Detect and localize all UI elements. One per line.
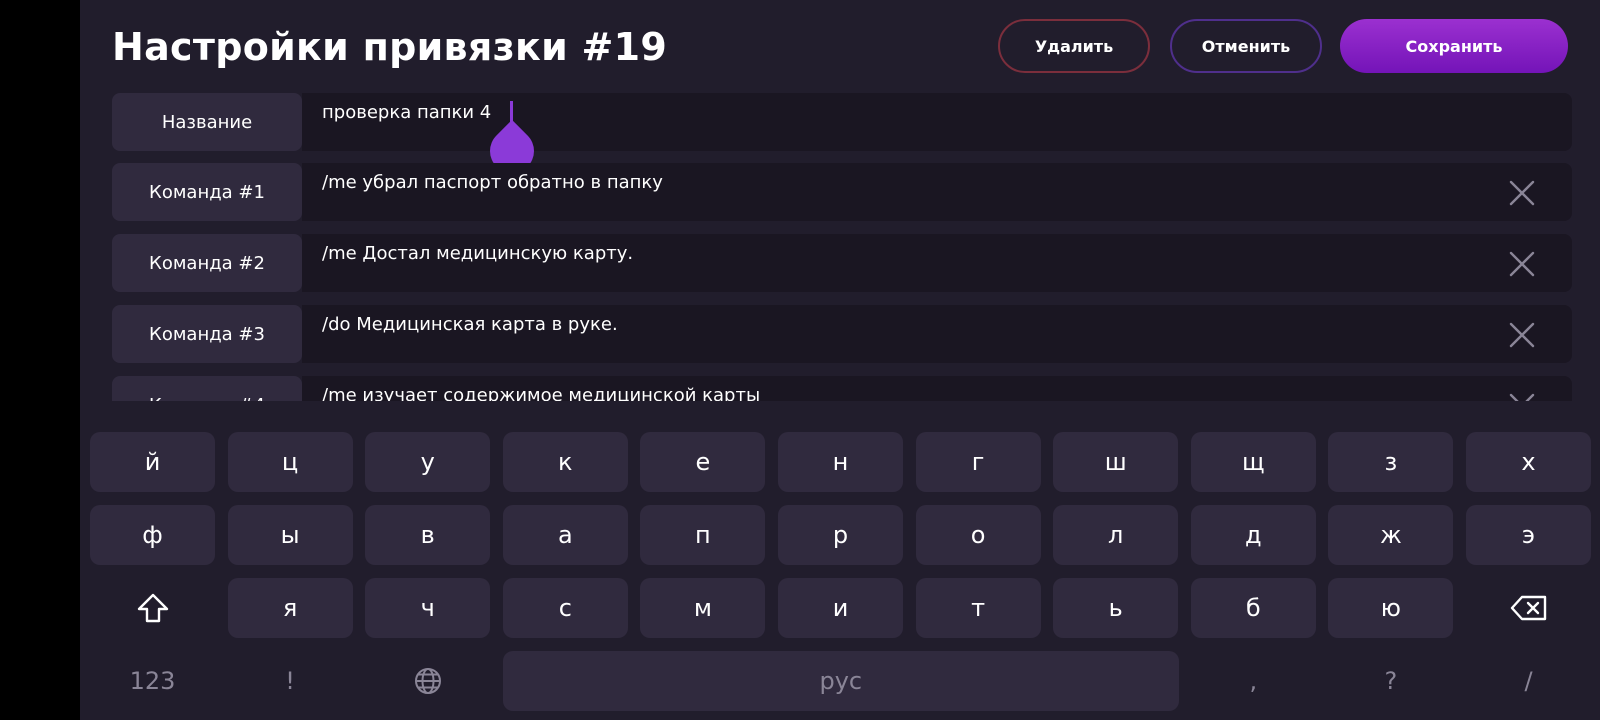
key-м[interactable]: м [640,578,766,638]
numbers-key[interactable]: 123 [90,651,215,711]
question-key[interactable]: ? [1328,651,1453,711]
key-в[interactable]: в [365,505,491,565]
command-row-4: Команда #4 /me изучает содержимое медици… [112,376,1572,401]
key-ч[interactable]: ч [365,578,491,638]
command-label-4: Команда #4 [112,376,302,401]
key-ш[interactable]: ш [1053,432,1179,492]
command-input-4-value: /me изучает содержимое медицинской карты [322,385,761,401]
key-п[interactable]: п [640,505,766,565]
key-г[interactable]: г [915,432,1041,492]
command-label-3: Команда #3 [112,305,302,363]
command-input-3[interactable]: /do Медицинская карта в руке. [302,305,1572,363]
close-icon[interactable] [1508,392,1536,401]
delete-button[interactable]: Удалить [998,19,1150,73]
shift-key[interactable] [90,578,215,638]
key-а[interactable]: а [502,505,628,565]
name-input[interactable]: проверка папки 4 [302,93,1572,183]
key-т[interactable]: т [915,578,1041,638]
key-и[interactable]: и [778,578,903,638]
slash-key[interactable]: / [1466,651,1591,711]
command-input-4[interactable]: /me изучает содержимое медицинской карты [302,376,1572,401]
close-icon[interactable] [1508,179,1536,207]
key-ь[interactable]: ь [1053,578,1179,638]
name-input-value: проверка папки 4 [322,102,492,123]
language-key[interactable] [365,651,490,711]
key-ц[interactable]: ц [227,432,353,492]
backspace-key[interactable] [1466,578,1591,638]
key-ы[interactable]: ы [227,505,353,565]
command-input-2[interactable]: /me Достал медицинскую карту. [302,234,1572,292]
comma-key[interactable]: , [1191,651,1316,711]
key-э[interactable]: э [1466,505,1591,565]
name-label: Название [112,93,302,151]
key-р[interactable]: р [778,505,903,565]
key-х[interactable]: х [1466,432,1591,492]
key-с[interactable]: с [502,578,628,638]
binding-fields-list[interactable]: Название проверка папки 4 Команда #1 /me… [112,93,1572,401]
page-title: Настройки привязки #19 [112,25,668,69]
key-н[interactable]: н [778,432,903,492]
exclamation-key[interactable]: ! [228,651,353,711]
name-row: Название проверка папки 4 [112,93,1572,183]
save-button[interactable]: Сохранить [1340,19,1568,73]
command-label-1: Команда #1 [112,163,302,221]
key-з[interactable]: з [1328,432,1454,492]
command-input-3-value: /do Медицинская карта в руке. [322,314,618,335]
command-label-2: Команда #2 [112,234,302,292]
key-л[interactable]: л [1053,505,1179,565]
shift-icon [137,593,168,623]
key-щ[interactable]: щ [1190,432,1316,492]
command-input-1[interactable]: /me убрал паспорт обратно в папку [302,163,1572,221]
key-д[interactable]: д [1190,505,1316,565]
command-row-1: Команда #1 /me убрал паспорт обратно в п… [112,163,1572,221]
command-row-3: Команда #3 /do Медицинская карта в руке. [112,305,1572,363]
key-ж[interactable]: ж [1328,505,1454,565]
key-ф[interactable]: ф [90,505,215,565]
key-я[interactable]: я [227,578,353,638]
command-input-1-value: /me убрал паспорт обратно в папку [322,172,663,193]
key-й[interactable]: й [90,432,215,492]
command-row-2: Команда #2 /me Достал медицинскую карту. [112,234,1572,292]
key-е[interactable]: е [640,432,766,492]
key-о[interactable]: о [915,505,1041,565]
key-у[interactable]: у [365,432,491,492]
space-key[interactable]: рус [502,651,1179,711]
backspace-icon [1510,595,1546,621]
cancel-button[interactable]: Отменить [1170,19,1322,73]
command-input-2-value: /me Достал медицинскую карту. [322,243,634,264]
key-ю[interactable]: ю [1328,578,1454,638]
key-к[interactable]: к [502,432,628,492]
globe-icon [414,668,441,694]
close-icon[interactable] [1508,321,1536,349]
close-icon[interactable] [1508,250,1536,278]
key-б[interactable]: б [1190,578,1316,638]
